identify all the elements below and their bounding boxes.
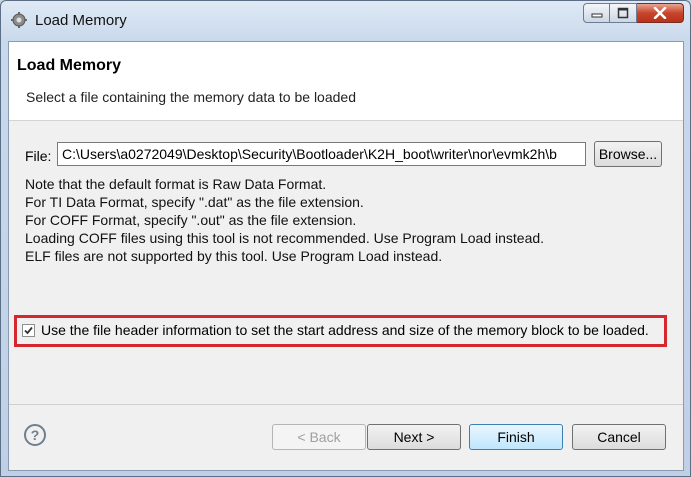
maximize-icon <box>617 7 629 19</box>
minimize-icon <box>591 13 602 18</box>
file-label: File: <box>25 148 52 164</box>
page-title: Load Memory <box>17 57 122 74</box>
file-header-checkbox-label[interactable]: Use the file header information to set t… <box>41 322 649 338</box>
dialog-body: Load Memory Select a file containing the… <box>8 41 684 471</box>
button-bar-separator <box>9 404 683 405</box>
checkmark-icon <box>24 326 33 335</box>
help-icon[interactable]: ? <box>24 424 46 446</box>
back-button[interactable]: < Back <box>272 424 366 450</box>
window-title: Load Memory <box>35 12 127 29</box>
note-line: For TI Data Format, specify ".dat" as th… <box>25 194 364 210</box>
note-line: ELF files are not supported by this tool… <box>25 248 443 264</box>
close-button[interactable] <box>637 3 684 23</box>
next-button[interactable]: Next > <box>367 424 461 450</box>
file-path-input[interactable] <box>57 142 586 166</box>
minimize-button[interactable] <box>583 3 610 23</box>
gear-icon <box>11 12 27 28</box>
load-memory-window: Load Memory Load Memory Select a file co… <box>0 0 691 477</box>
close-icon <box>653 7 667 19</box>
browse-button[interactable]: Browse... <box>594 141 662 167</box>
finish-button[interactable]: Finish <box>469 424 563 450</box>
file-header-option-highlight: Use the file header information to set t… <box>14 315 667 347</box>
file-header-checkbox[interactable] <box>22 324 35 337</box>
title-bar[interactable]: Load Memory <box>1 1 690 41</box>
note-line: For COFF Format, specify ".out" as the f… <box>25 212 357 228</box>
wizard-header: Load Memory Select a file containing the… <box>9 42 683 121</box>
maximize-button[interactable] <box>610 3 637 23</box>
note-line: Note that the default format is Raw Data… <box>25 176 327 192</box>
note-line: Loading COFF files using this tool is no… <box>25 230 545 246</box>
format-notes: Note that the default format is Raw Data… <box>25 175 544 265</box>
page-description: Select a file containing the memory data… <box>26 89 356 105</box>
cancel-button[interactable]: Cancel <box>572 424 666 450</box>
